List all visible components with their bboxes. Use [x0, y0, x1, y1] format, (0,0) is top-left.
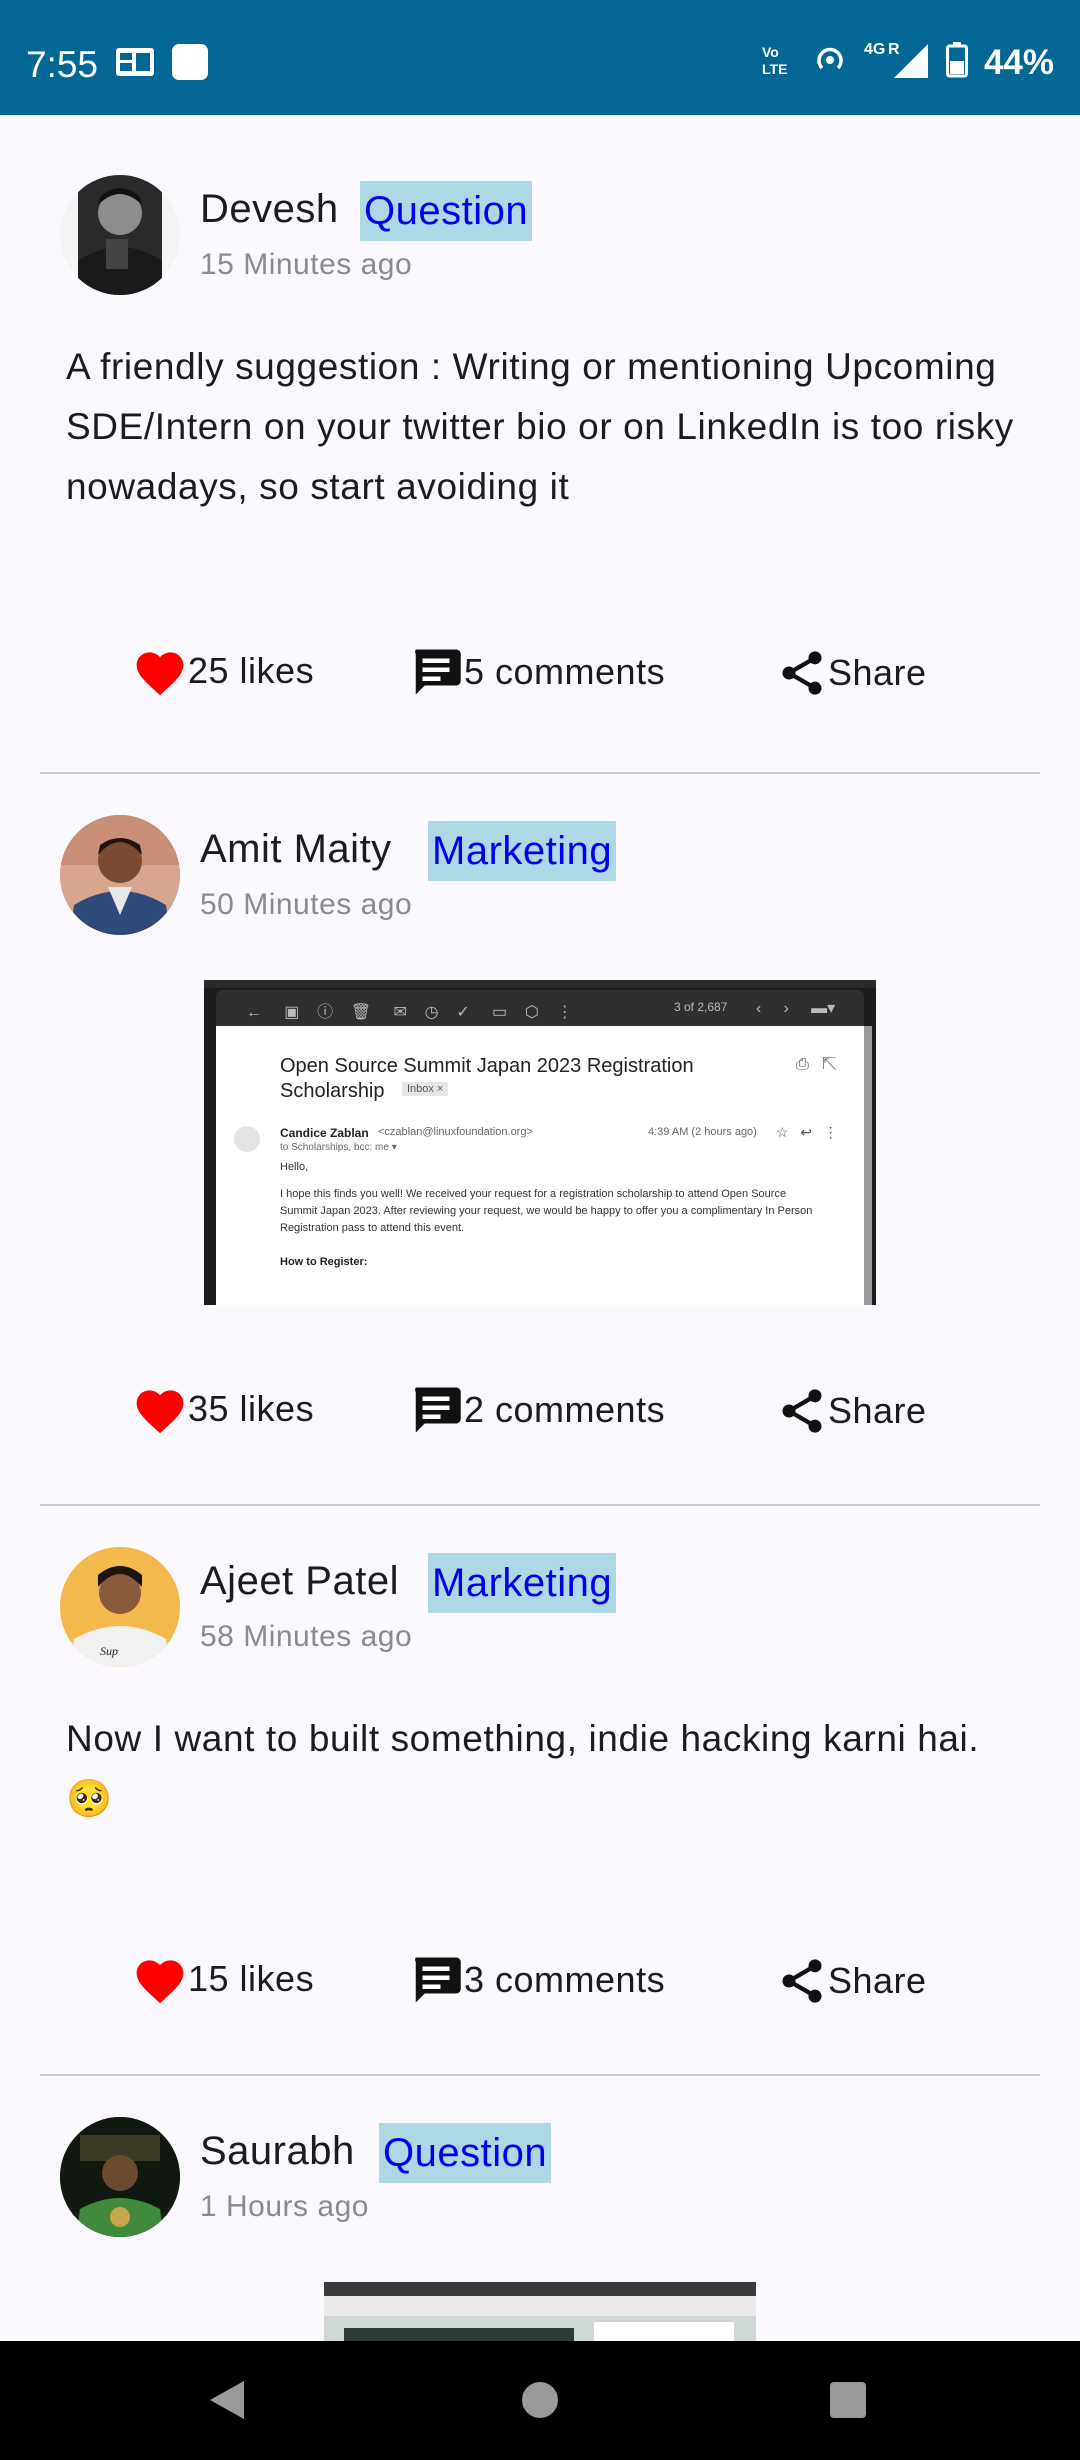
post-time: 15 Minutes ago: [200, 248, 413, 281]
email-toolbar: ← ▣ ⓘ 🗑 ✉ ◷ ✓ ▭ ⬡ ⋮ 3 of 2,687 ‹ › ▬▾: [216, 990, 864, 1026]
post-actions: 35 likes 2 comments Share: [40, 1383, 1040, 1443]
post-actions: 25 likes 5 comments Share: [40, 645, 1040, 705]
category-tag[interactable]: Question: [379, 2123, 552, 2183]
email-sent-time: 4:39 AM (2 hours ago): [648, 1126, 757, 1138]
svg-text:R: R: [888, 41, 900, 58]
post-divider: [40, 2074, 1040, 2076]
avatar[interactable]: [60, 175, 180, 295]
share-button[interactable]: Share: [776, 1953, 927, 2009]
post-time: 58 Minutes ago: [200, 1620, 413, 1653]
comment-button[interactable]: 5 comments: [408, 645, 665, 699]
share-label: Share: [828, 1960, 927, 2001]
post-time: 1 Hours ago: [200, 2190, 369, 2223]
like-button[interactable]: 15 likes: [132, 1953, 314, 2005]
status-time: 7:55: [26, 44, 99, 85]
sender-avatar: [234, 1126, 260, 1152]
post-text: Now I want to built something, indie hac…: [66, 1718, 980, 1819]
comment-count: 5 comments: [464, 651, 666, 692]
notification-square-icon: [172, 44, 208, 85]
email-sender-address: <czablan@linuxfoundation.org>: [378, 1126, 533, 1138]
comment-icon: [408, 1953, 464, 2007]
navigation-bar: [0, 2341, 1080, 2460]
post-image[interactable]: ← ▣ ⓘ 🗑 ✉ ◷ ✓ ▭ ⬡ ⋮ 3 of 2,687 ‹ › ▬▾ Op…: [204, 980, 876, 1305]
like-heart-icon: [132, 1383, 188, 1435]
category-tag[interactable]: Marketing: [428, 1553, 617, 1613]
image-scrollbar: [864, 1026, 872, 1305]
like-button[interactable]: 35 likes: [132, 1383, 314, 1435]
share-label: Share: [828, 652, 927, 693]
post-time: 50 Minutes ago: [200, 888, 413, 921]
comment-button[interactable]: 2 comments: [408, 1383, 665, 1437]
battery-percentage: 44%: [983, 42, 1054, 82]
avatar[interactable]: Sup: [60, 1547, 180, 1667]
like-heart-icon: [132, 1953, 188, 2005]
email-greeting: Hello,: [280, 1161, 309, 1173]
comment-count: 2 comments: [464, 1389, 666, 1430]
email-print-icon: ⎙ ⇱: [796, 1056, 837, 1073]
avatar[interactable]: [60, 2117, 180, 2237]
status-bar: 7:55 Vo LTE 4G R 44%: [0, 0, 1080, 115]
email-subject: Open Source Summit Japan 2023 Registrati…: [280, 1055, 694, 1102]
signal-icon: 4G R: [864, 40, 930, 85]
email-sender: Candice Zablan: [280, 1126, 369, 1140]
author-name[interactable]: Amit Maity: [200, 827, 392, 872]
email-label: Inbox ×: [402, 1082, 449, 1096]
comment-icon: [408, 1383, 464, 1437]
author-name[interactable]: Devesh: [200, 187, 339, 232]
category-tag[interactable]: Question: [360, 181, 533, 241]
comment-button[interactable]: 3 comments: [408, 1953, 665, 2007]
author-name[interactable]: Saurabh: [200, 2129, 355, 2174]
like-heart-icon: [132, 645, 188, 697]
like-button[interactable]: 25 likes: [132, 645, 314, 697]
network-type: 4G: [864, 41, 885, 58]
avatar[interactable]: [60, 815, 180, 935]
share-button[interactable]: Share: [776, 645, 927, 701]
post-divider: [40, 772, 1040, 774]
post-actions: 15 likes 3 comments Share: [40, 1953, 1040, 2013]
back-icon[interactable]: [206, 2379, 246, 2426]
volte-icon: Vo LTE: [760, 42, 796, 83]
like-count: 25 likes: [188, 650, 315, 691]
email-paragraph: I hope this finds you well! We received …: [280, 1188, 813, 1234]
notification-app-icon: [116, 48, 154, 81]
recents-icon[interactable]: [828, 2379, 868, 2426]
email-actions-icon: ☆ ↩ ⋮: [776, 1124, 838, 1140]
email-count: 3 of 2,687: [674, 1000, 728, 1014]
email-body: Open Source Summit Japan 2023 Registrati…: [216, 1026, 864, 1305]
category-tag[interactable]: Marketing: [428, 821, 617, 881]
like-count: 15 likes: [188, 1958, 315, 1999]
post-divider: [40, 1504, 1040, 1506]
email-recipients: to Scholarships, bcc: me ▾: [280, 1142, 397, 1153]
share-icon: [776, 645, 828, 701]
home-icon[interactable]: [520, 2379, 560, 2426]
status-icons: Vo LTE 4G R 44%: [760, 40, 1054, 85]
author-name[interactable]: Ajeet Patel: [200, 1559, 399, 1604]
svg-text:Sup: Sup: [100, 1644, 118, 1658]
post-text: A friendly suggestion : Writing or menti…: [66, 346, 1014, 507]
email-heading: How to Register:: [280, 1256, 368, 1268]
battery-icon: [945, 42, 968, 83]
share-icon: [776, 1383, 828, 1439]
comment-icon: [408, 645, 464, 699]
like-count: 35 likes: [188, 1388, 315, 1429]
comment-count: 3 comments: [464, 1959, 666, 2000]
share-icon: [776, 1953, 828, 2009]
share-button[interactable]: Share: [776, 1383, 927, 1439]
share-label: Share: [828, 1390, 927, 1431]
svg-text:Vo: Vo: [762, 44, 779, 60]
svg-text:LTE: LTE: [762, 61, 787, 77]
hotspot-icon: [812, 42, 848, 83]
